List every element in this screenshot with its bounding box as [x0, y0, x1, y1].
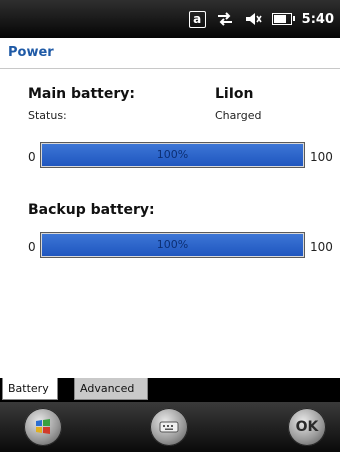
status-label: Status:: [28, 109, 67, 122]
status-bar: a 5:40: [0, 0, 340, 38]
page-title: Power: [8, 45, 54, 60]
main-range-min: 0: [28, 150, 36, 164]
a-box-icon[interactable]: a: [188, 10, 206, 28]
clock[interactable]: 5:40: [302, 12, 334, 27]
main-battery-label: Main battery:: [28, 86, 135, 102]
main-battery-bar: 100%: [40, 142, 305, 168]
sync-arrows-icon[interactable]: [216, 11, 234, 27]
tab-advanced[interactable]: Advanced: [74, 378, 148, 400]
keyboard-icon[interactable]: [150, 408, 188, 446]
backup-battery-percent: 100%: [156, 238, 189, 251]
backup-range-max: 100: [310, 240, 333, 254]
windows-start-icon[interactable]: [24, 408, 62, 446]
main-battery-type: LiIon: [215, 86, 254, 102]
backup-range-min: 0: [28, 240, 36, 254]
soft-key-bar: OK: [0, 402, 340, 452]
ok-label: OK: [295, 419, 319, 435]
backup-battery-label: Backup battery:: [28, 202, 155, 218]
speaker-icon[interactable]: [244, 11, 262, 27]
tab-strip: Battery Advanced: [0, 378, 340, 402]
ok-button[interactable]: OK: [288, 408, 326, 446]
main-battery-percent: 100%: [156, 148, 189, 161]
title-bar: Power: [0, 38, 340, 69]
tab-battery[interactable]: Battery: [2, 378, 58, 400]
battery-icon[interactable]: [271, 13, 295, 25]
backup-battery-bar: 100%: [40, 232, 305, 258]
main-range-max: 100: [310, 150, 333, 164]
status-value: Charged: [215, 109, 262, 122]
status-icons: a 5:40: [188, 0, 334, 38]
